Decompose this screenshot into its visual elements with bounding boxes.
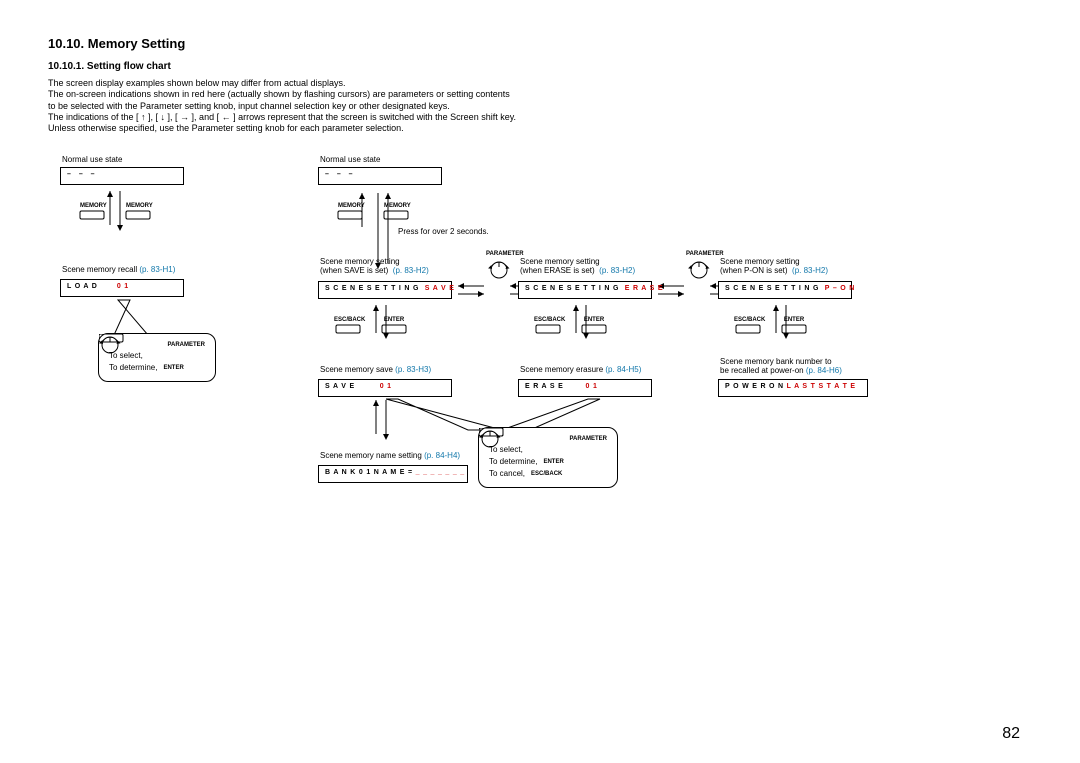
label-normal-use-1: Normal use state [62,155,122,164]
label-enter-3: ENTER [782,317,806,323]
screen-normal-1: – – – [60,167,184,185]
caption-scset-save: Scene memory setting (when SAVE is set) … [320,257,429,275]
screen-normal-2: – – – [318,167,442,185]
caption-scset-erase: Scene memory setting (when ERASE is set)… [520,257,635,275]
section-subtitle: 10.10.1. Setting flow chart [48,61,1032,72]
screen-scset-save: S C E N E S E T T I N G S A V E [318,281,452,299]
callout-load: PARAMETER To select, To determine, ENTER [98,333,216,382]
callout-save-erase: PARAMETER To select, To determine, ENTER… [478,427,618,488]
screen-poweron: P O W E R O N L A S T S T A T E [718,379,868,397]
screen-save: S A V E 0 1 [318,379,452,397]
intro-text: The screen display examples shown below … [48,78,1032,134]
label-escback-2: ESC/BACK [534,317,562,323]
caption-scset-pon: Scene memory setting (when P-ON is set) … [720,257,828,275]
label-press-2s: Press for over 2 seconds. [398,227,489,236]
label-parameter-k2: PARAMETER [686,251,712,257]
caption-bank-recall: Scene memory bank number to be recalled … [720,357,842,375]
label-memory-1a: MEMORY [80,203,104,209]
caption-scene-recall: Scene memory recall (p. 83-H1) [62,265,175,274]
label-enter-2: ENTER [582,317,606,323]
label-escback-3: ESC/BACK [734,317,762,323]
caption-scene-name: Scene memory name setting (p. 84-H4) [320,451,460,460]
label-normal-use-2: Normal use state [320,155,380,164]
caption-scene-save: Scene memory save (p. 83-H3) [320,365,431,374]
screen-erase: E R A S E 0 1 [518,379,652,397]
screen-scset-erase: S C E N E S E T T I N G E R A S E [518,281,652,299]
section-title: 10.10. Memory Setting [48,36,1032,51]
flow-chart: Normal use state – – – MEMORY MEMORY Sce… [48,155,1032,575]
screen-scset-pon: S C E N E S E T T I N G P – O N [718,281,852,299]
screen-load: L O A D 0 1 [60,279,184,297]
label-escback-1: ESC/BACK [334,317,362,323]
caption-scene-erase: Scene memory erasure (p. 84-H5) [520,365,641,374]
label-memory-1b: MEMORY [126,203,150,209]
label-enter-1: ENTER [382,317,406,323]
page-number: 82 [1002,725,1020,743]
label-memory-2b: MEMORY [384,203,408,209]
label-memory-2a: MEMORY [338,203,362,209]
screen-name: B A N K 0 1 N A M E = _ _ _ _ _ _ _ [318,465,468,483]
label-parameter-k1: PARAMETER [486,251,512,257]
